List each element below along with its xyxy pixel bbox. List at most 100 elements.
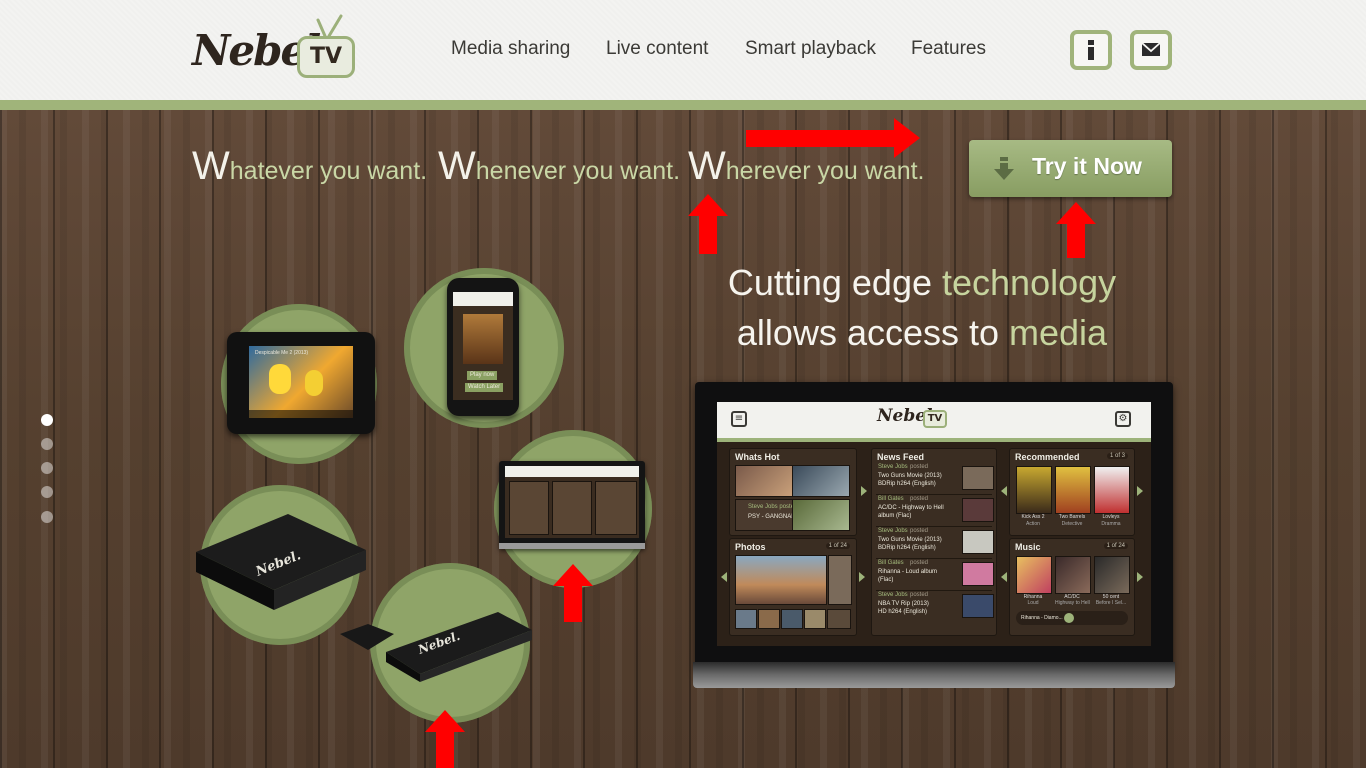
tablet-caption: Despicable Me 2 (2013) — [255, 350, 309, 356]
annotation-arrow-up — [688, 194, 728, 254]
monitor-panel — [509, 481, 549, 535]
header-divider — [0, 100, 1366, 110]
video-thumb — [792, 465, 850, 497]
monitor-panel — [595, 481, 637, 535]
panel-count: 1 of 3 — [1106, 453, 1128, 459]
carousel-right-arrow — [1137, 486, 1143, 496]
news-action: posted — [910, 592, 929, 598]
tv-screen: ≡ ⚙ Nebel. TV Whats Hot Steve Jobs poste… — [717, 402, 1151, 646]
news-text: album (Flac) — [878, 513, 912, 519]
monitor-stand — [499, 543, 645, 549]
download-arrow-icon — [994, 157, 1014, 180]
movie-poster — [1055, 466, 1091, 514]
monitor-device — [499, 461, 645, 549]
info-button[interactable] — [1070, 30, 1112, 70]
panel-news-feed: News Feed Steve Jobs posted Two Guns Mov… — [871, 448, 997, 636]
slider-dot-1[interactable] — [41, 414, 53, 426]
news-text: BDRip h264 (English) — [878, 545, 936, 551]
tablet-player-bar — [249, 410, 353, 418]
tagline-cap: W — [438, 144, 476, 188]
news-item: Steve Jobs posted Two Guns Movie (2013) … — [876, 464, 994, 495]
movie-title: Lovleys — [1102, 514, 1120, 520]
news-thumb — [962, 498, 994, 522]
play-icon — [1064, 613, 1074, 623]
news-item: Steve Jobs posted NBA TV Rip (2013) HD h… — [876, 592, 994, 622]
annotation-arrow-up — [553, 564, 593, 622]
try-it-now-button[interactable]: Try it Now — [969, 140, 1172, 197]
tablet-screen: Despicable Me 2 (2013) — [249, 346, 353, 418]
news-user: Bill Gates — [878, 496, 904, 502]
slider-dot-3[interactable] — [41, 462, 53, 474]
movie-title: Kick Ass 2 — [1021, 514, 1045, 520]
photo-thumb — [758, 609, 780, 629]
panel-photos: Photos 1 of 24 — [729, 538, 857, 636]
movie-poster — [1094, 466, 1130, 514]
panel-whats-hot: Whats Hot Steve Jobs posted PSY - GANGNA… — [729, 448, 857, 536]
tagline-cap: W — [688, 144, 726, 188]
monitor-app-bar — [505, 466, 639, 477]
news-item: Bill Gates posted AC/DC - Highway to Hel… — [876, 496, 994, 527]
hdmi-stick-device: Nebel. — [340, 612, 532, 682]
logo-tv-badge: TV — [297, 36, 355, 78]
carousel-left-arrow — [1001, 486, 1007, 496]
slider-dot-4[interactable] — [41, 486, 53, 498]
movie-genre: Dramma — [1101, 521, 1121, 527]
nav-live-content[interactable]: Live content — [606, 38, 708, 60]
album-sub: Before I Sel... — [1095, 600, 1127, 606]
menu-icon: ≡ — [731, 411, 747, 427]
album-cover — [1055, 556, 1091, 594]
tagline-text: hatever you want. — [229, 157, 428, 185]
news-text: Two Guns Movie (2013) — [878, 473, 942, 479]
news-item: Steve Jobs posted Two Guns Movie (2013) … — [876, 528, 994, 559]
slider-dot-2[interactable] — [41, 438, 53, 450]
tagline-whatever: Whatever you want. — [192, 144, 427, 189]
panel-title: Photos — [735, 542, 766, 552]
panel-recommended: Recommended 1 of 3 Kick Ass 2 Action Two… — [1009, 448, 1135, 536]
panel-title: Whats Hot — [735, 452, 780, 462]
phone-play-now: Play now — [467, 371, 498, 380]
tagline-cap: W — [192, 144, 230, 188]
phone-screen: Play now Watch Later — [453, 292, 513, 400]
tv-app-header-line — [717, 438, 1151, 442]
minion-figure — [269, 364, 291, 394]
movie-genre: Detective — [1061, 521, 1083, 527]
photo-thumb — [781, 609, 803, 629]
tv-stand — [693, 662, 1175, 688]
site-logo[interactable]: Nebel. TV — [192, 14, 367, 82]
news-action: posted — [910, 464, 929, 470]
photo-thumb — [827, 609, 851, 629]
album-cover — [1094, 556, 1130, 594]
news-text: (Flac) — [878, 577, 894, 583]
phone-device: Play now Watch Later — [447, 278, 519, 416]
thumb-caption: Steve Jobs posted — [748, 504, 798, 510]
info-icon — [1088, 40, 1094, 60]
tv-antenna-icon — [316, 14, 343, 38]
headline-highlight: media — [1009, 312, 1108, 353]
news-user: Steve Jobs — [878, 528, 908, 534]
nav-media-sharing[interactable]: Media sharing — [451, 38, 570, 60]
tagline-text: henever you want. — [475, 157, 681, 185]
carousel-right-arrow — [861, 486, 867, 496]
movie-title: Two Barrels — [1058, 514, 1086, 520]
annotation-arrow-up — [1056, 202, 1096, 258]
headline-highlight: technology — [942, 262, 1117, 303]
settop-box-device: Nebel. — [196, 514, 366, 610]
monitor-screen — [505, 466, 639, 538]
news-text: AC/DC - Highway to Hell — [878, 505, 944, 511]
minion-figure — [305, 370, 323, 396]
headline-line-2: allows access to media — [700, 312, 1144, 354]
nav-features[interactable]: Features — [911, 38, 986, 60]
news-action: posted — [910, 528, 929, 534]
tv-mockup: ≡ ⚙ Nebel. TV Whats Hot Steve Jobs poste… — [693, 382, 1175, 688]
carousel-left-arrow — [1001, 572, 1007, 582]
carousel-left-arrow — [721, 572, 727, 582]
panel-title: Recommended — [1015, 452, 1080, 462]
slider-dot-5[interactable] — [41, 511, 53, 523]
news-action: posted — [910, 496, 929, 502]
album-cover — [1016, 556, 1052, 594]
panel-title: Music — [1015, 542, 1041, 552]
nav-smart-playback[interactable]: Smart playback — [745, 38, 876, 60]
news-thumb — [962, 466, 994, 490]
mail-button[interactable] — [1130, 30, 1172, 70]
site-header: Nebel. TV Media sharing Live content Sma… — [0, 0, 1366, 100]
